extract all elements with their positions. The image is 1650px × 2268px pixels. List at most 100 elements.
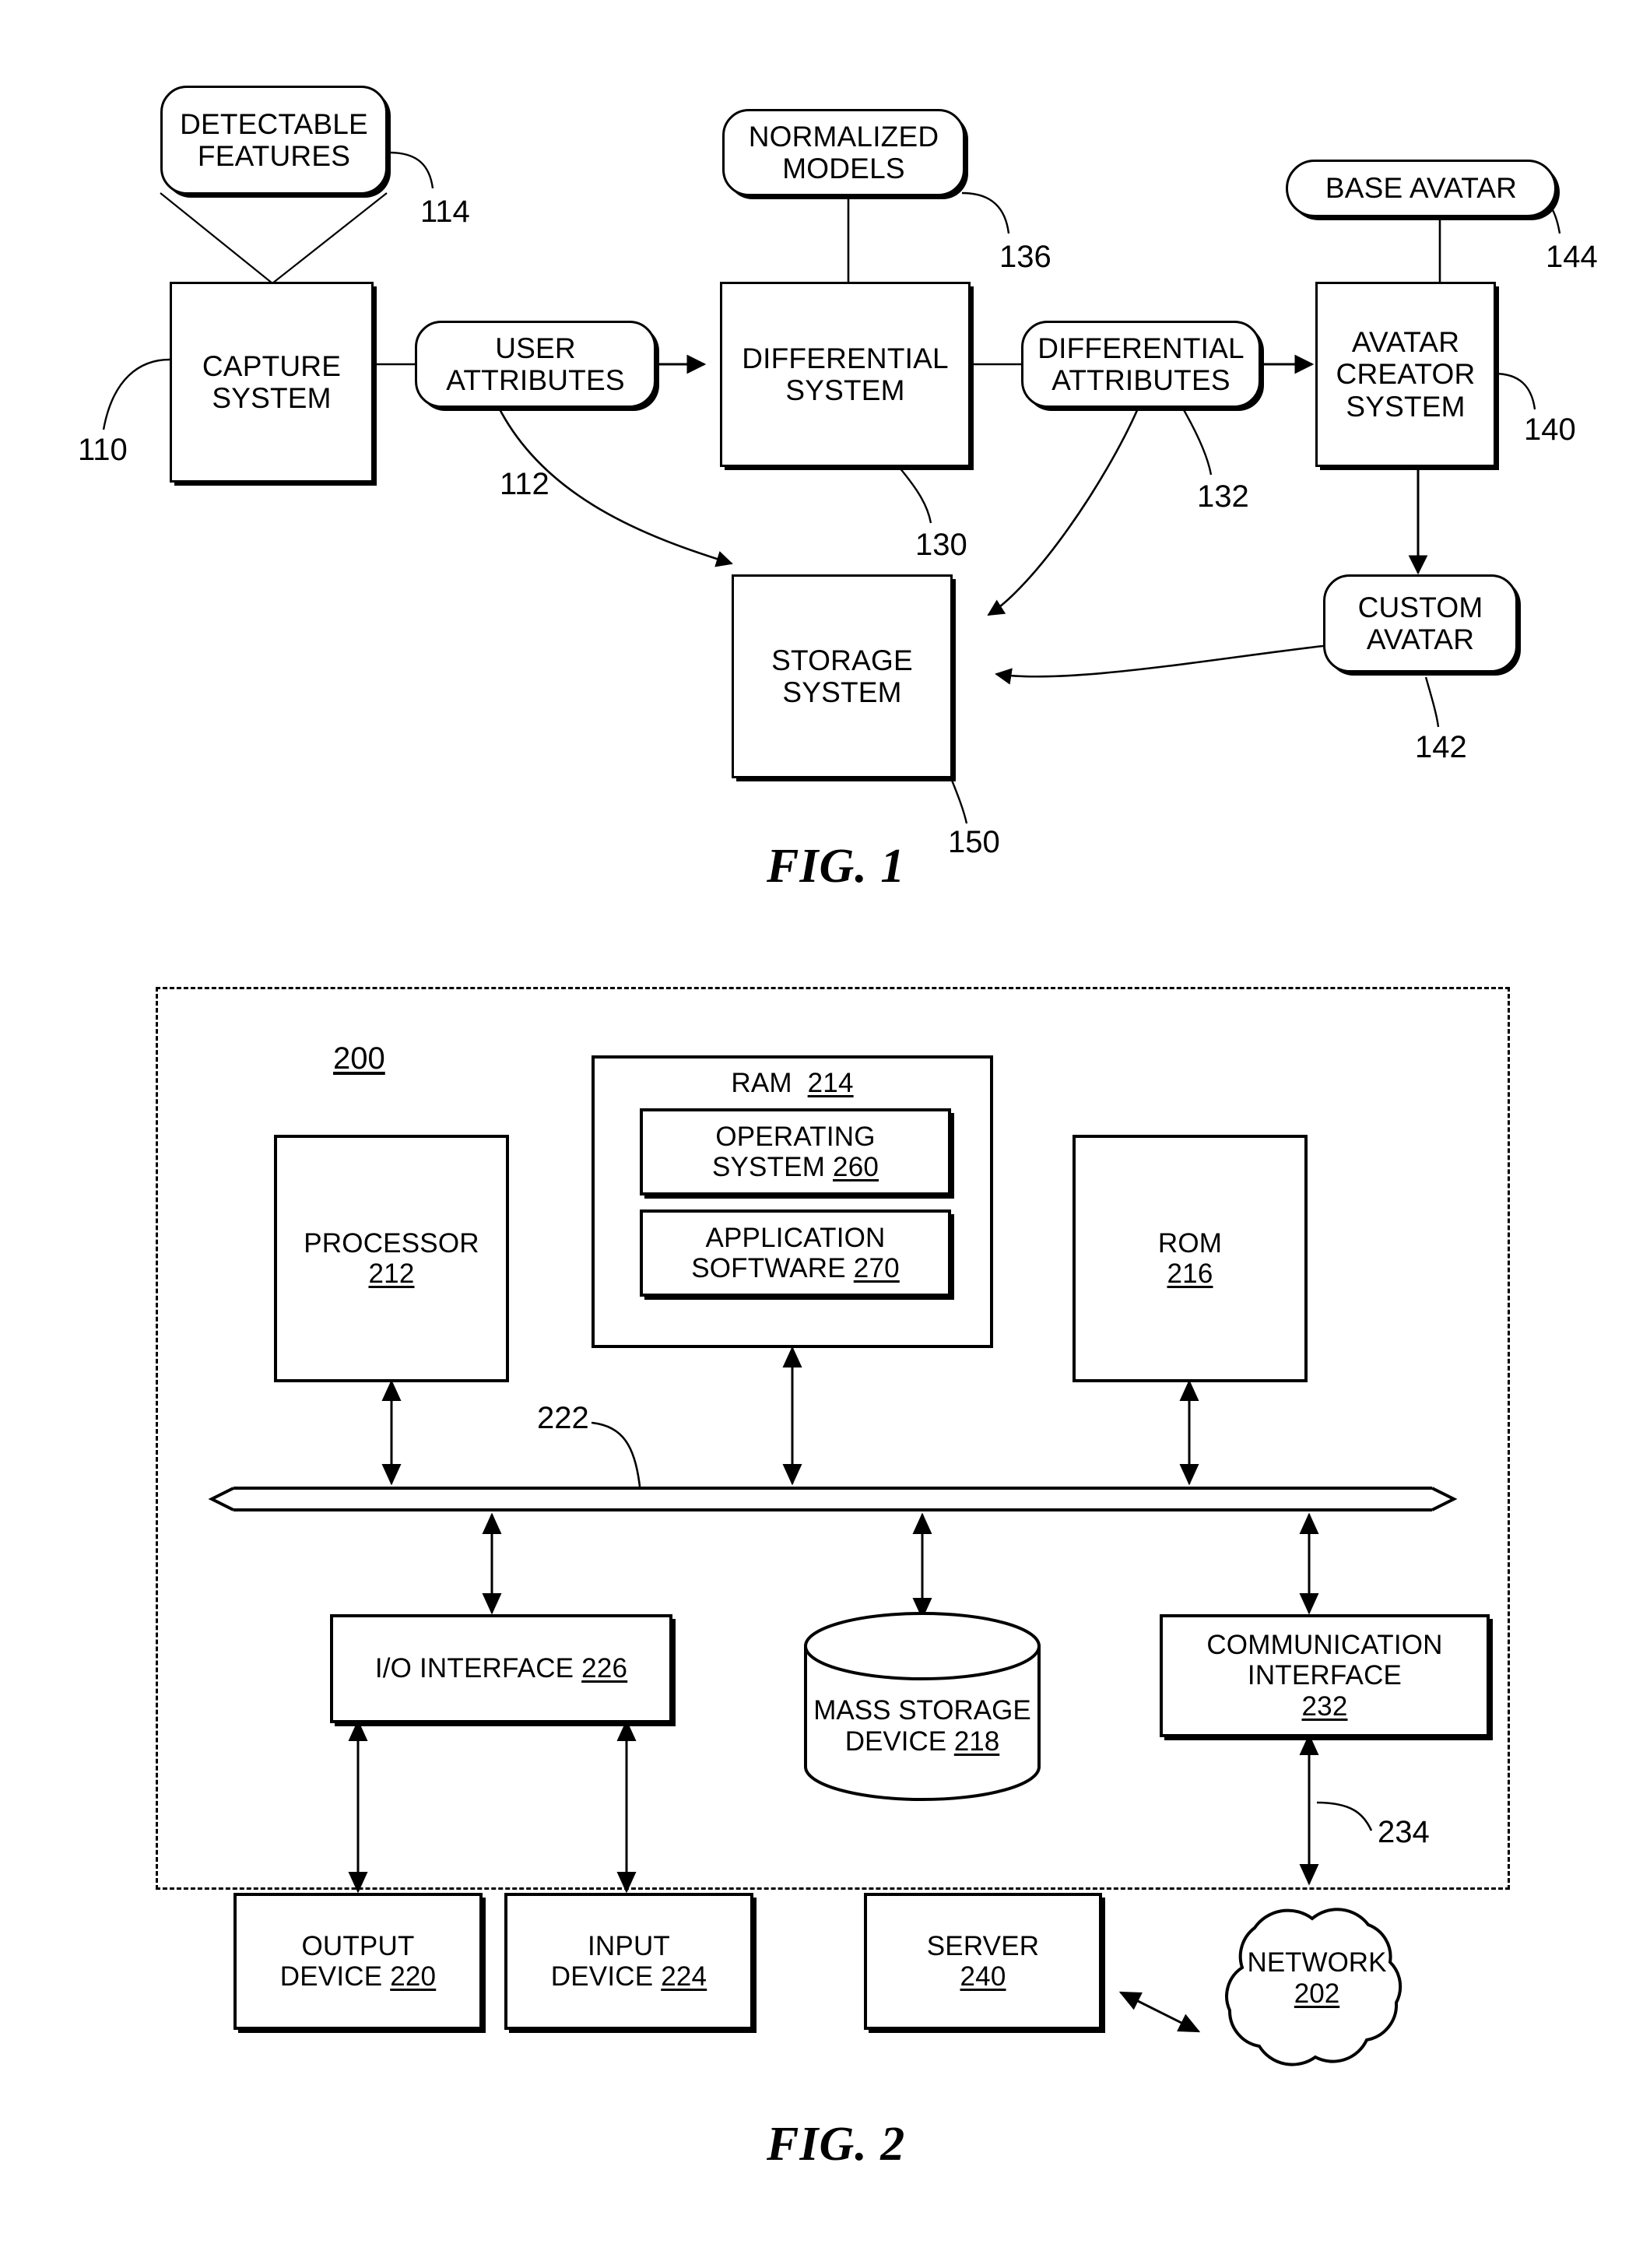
fig1-arrow-diffattrs-to-storage xyxy=(987,408,1139,616)
application-software-line1: APPLICATION xyxy=(705,1222,886,1253)
differential-attributes-line1: DIFFERENTIAL xyxy=(1037,332,1245,364)
fig1-node-custom-avatar: CUSTOM AVATAR xyxy=(1323,574,1518,672)
user-attributes-line2: ATTRIBUTES xyxy=(446,364,625,396)
base-avatar-label: BASE AVATAR xyxy=(1325,172,1518,205)
ref-218: 218 xyxy=(953,1726,1000,1757)
fig1-lead-114 xyxy=(388,151,434,189)
communication-interface-line2: INTERFACE xyxy=(1247,1660,1402,1691)
processor-label: PROCESSOR xyxy=(304,1227,479,1259)
capture-system-line2: SYSTEM xyxy=(212,382,332,414)
fig2-node-network-label: NETWORK 202 xyxy=(1216,1947,1418,2010)
ref-240: 240 xyxy=(960,1961,1006,1992)
detectable-features-line2: FEATURES xyxy=(197,140,351,172)
ref-222: 222 xyxy=(537,1401,589,1435)
ref-200: 200 xyxy=(333,1041,385,1076)
fig1-node-normalized-models: NORMALIZED MODELS xyxy=(722,109,965,196)
ref-130: 130 xyxy=(915,528,967,562)
fig1-caption: FIG. 1 xyxy=(767,840,906,893)
patent-drawing-sheet: DETECTABLE FEATURES 114 CAPTURE SYSTEM 1… xyxy=(0,0,1650,2268)
normalized-models-line2: MODELS xyxy=(782,153,905,184)
server-label: SERVER xyxy=(926,1930,1040,1961)
user-attributes-line1: USER xyxy=(495,332,576,364)
custom-avatar-line2: AVATAR xyxy=(1366,623,1475,655)
ref-232: 232 xyxy=(1301,1690,1348,1722)
ref-142: 142 xyxy=(1415,730,1467,764)
operating-system-line1: OPERATING xyxy=(715,1121,876,1152)
mass-storage-line1: MASS STORAGE xyxy=(813,1695,1031,1726)
ref-114: 114 xyxy=(420,195,470,229)
fig2-node-input-device: INPUT DEVICE 224 xyxy=(504,1893,753,2030)
ref-202: 202 xyxy=(1294,1978,1340,2010)
ref-140: 140 xyxy=(1524,413,1576,447)
ram-label: RAM xyxy=(731,1068,792,1098)
avatar-creator-line3: SYSTEM xyxy=(1346,390,1466,423)
storage-system-line1: STORAGE xyxy=(771,644,913,676)
ref-214: 214 xyxy=(807,1068,854,1098)
fig1-lead-130 xyxy=(898,466,932,524)
ref-260: 260 xyxy=(833,1152,879,1182)
fig1-node-base-avatar: BASE AVATAR xyxy=(1286,160,1557,217)
ref-112: 112 xyxy=(500,467,549,501)
ref-270: 270 xyxy=(853,1253,900,1283)
differential-system-line2: SYSTEM xyxy=(785,374,905,406)
ref-144: 144 xyxy=(1546,240,1598,274)
ref-132: 132 xyxy=(1197,479,1249,514)
fig1-node-differential-attributes: DIFFERENTIAL ATTRIBUTES xyxy=(1021,321,1261,408)
fig1-lead-110 xyxy=(102,358,170,430)
ref-136: 136 xyxy=(999,240,1051,274)
mass-storage-line2: DEVICE xyxy=(844,1726,947,1757)
fig2-node-application-software: APPLICATION SOFTWARE 270 xyxy=(640,1209,951,1297)
ref-216: 216 xyxy=(1167,1259,1213,1289)
fig1-node-differential-system: DIFFERENTIAL SYSTEM xyxy=(720,282,971,467)
fig1-node-storage-system: STORAGE SYSTEM xyxy=(732,574,953,778)
fig1-lead-140 xyxy=(1494,372,1536,410)
fig1-node-avatar-creator-system: AVATAR CREATOR SYSTEM xyxy=(1315,282,1496,467)
differential-attributes-line2: ATTRIBUTES xyxy=(1051,364,1230,396)
ref-150: 150 xyxy=(948,825,1000,859)
input-device-line1: INPUT xyxy=(588,1930,670,1961)
normalized-models-line1: NORMALIZED xyxy=(748,120,939,153)
custom-avatar-line1: CUSTOM xyxy=(1357,591,1483,623)
fig2-node-ram: RAM 214 OPERATING SYSTEM 260 APPLICATION… xyxy=(592,1055,993,1348)
fig2-node-rom: ROM 216 xyxy=(1072,1135,1308,1382)
fig1-arrow-customavatar-to-storage xyxy=(995,644,1324,685)
fig1-lead-136 xyxy=(961,191,1010,234)
fig2-node-io-interface: I/O INTERFACE 226 xyxy=(330,1614,672,1723)
ref-110: 110 xyxy=(78,433,128,467)
fig2-node-server: SERVER 240 xyxy=(864,1893,1102,2030)
network-label: NETWORK xyxy=(1247,1947,1387,1978)
fig1-lead-142 xyxy=(1424,676,1440,728)
ref-212: 212 xyxy=(368,1259,415,1289)
differential-system-line1: DIFFERENTIAL xyxy=(742,342,949,374)
fig1-node-detectable-features: DETECTABLE FEATURES xyxy=(160,86,388,195)
fig2-node-output-device: OUTPUT DEVICE 220 xyxy=(233,1893,483,2030)
avatar-creator-line1: AVATAR xyxy=(1351,325,1460,358)
fig1-detectable-features-callout xyxy=(160,192,388,284)
output-device-line2: DEVICE xyxy=(279,1961,383,1992)
fig2-node-operating-system: OPERATING SYSTEM 260 xyxy=(640,1108,951,1195)
ref-234: 234 xyxy=(1378,1815,1430,1849)
ref-224: 224 xyxy=(661,1961,707,1992)
avatar-creator-line2: CREATOR xyxy=(1336,358,1476,391)
ref-220: 220 xyxy=(390,1961,437,1992)
fig1-lead-132 xyxy=(1181,408,1213,476)
communication-interface-line1: COMMUNICATION xyxy=(1206,1630,1443,1661)
fig2-node-communication-interface: COMMUNICATION INTERFACE 232 xyxy=(1160,1614,1490,1737)
fig2-node-mass-storage-device: MASS STORAGE DEVICE 218 xyxy=(806,1673,1039,1782)
io-interface-label: I/O INTERFACE xyxy=(374,1653,574,1684)
ref-226: 226 xyxy=(581,1653,628,1684)
application-software-line2: SOFTWARE xyxy=(691,1253,846,1283)
fig1-node-user-attributes: USER ATTRIBUTES xyxy=(415,321,656,408)
fig2-node-processor: PROCESSOR 212 xyxy=(274,1135,509,1382)
output-device-line1: OUTPUT xyxy=(301,1930,415,1961)
operating-system-line2: SYSTEM xyxy=(711,1152,826,1182)
rom-label: ROM xyxy=(1157,1227,1223,1259)
detectable-features-line1: DETECTABLE xyxy=(180,107,368,140)
capture-system-line1: CAPTURE xyxy=(202,349,342,382)
input-device-line2: DEVICE xyxy=(550,1961,654,1992)
storage-system-line2: SYSTEM xyxy=(782,676,902,708)
fig2-caption: FIG. 2 xyxy=(767,2118,906,2171)
fig2-arrow-server-network xyxy=(1118,1991,1201,2033)
fig1-node-capture-system: CAPTURE SYSTEM xyxy=(170,282,374,483)
fig1-lead-150 xyxy=(950,778,968,824)
